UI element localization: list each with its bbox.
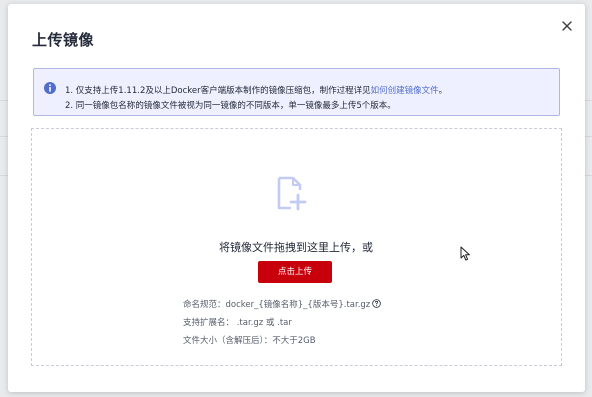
mouse-cursor-icon bbox=[460, 246, 470, 261]
file-size-limit: 文件大小（含解压后）：不大于2GB bbox=[183, 336, 316, 346]
notice-line-1-text: 1. 仅支持上传1.11.2及以上Docker客户端版本制作的镜像压缩包，制作过… bbox=[65, 86, 371, 96]
close-icon[interactable] bbox=[559, 18, 575, 34]
background-divider bbox=[585, 136, 592, 137]
click-upload-button[interactable]: 点击上传 bbox=[258, 261, 332, 283]
naming-rule: 命名规范：docker_{镜像名称}_{版本号}.tar.gz bbox=[183, 298, 382, 310]
help-icon[interactable] bbox=[372, 299, 382, 308]
naming-rule-text: 命名规范：docker_{镜像名称}_{版本号}.tar.gz bbox=[183, 300, 371, 310]
drag-hint-text: 将镜像文件拖拽到这里上传，或 bbox=[219, 241, 373, 254]
file-add-icon bbox=[277, 176, 307, 211]
background-divider bbox=[585, 100, 592, 101]
create-image-file-link[interactable]: 如何创建镜像文件 bbox=[371, 86, 439, 96]
supported-extensions: 支持扩展名： .tar.gz 或 .tar bbox=[183, 318, 292, 328]
notice-line-1-suffix: 。 bbox=[438, 86, 448, 96]
background-divider bbox=[0, 136, 8, 137]
background-divider bbox=[585, 175, 592, 176]
notice-line-2: 2. 同一镜像包名称的镜像文件被视为同一镜像的不同版本，单一镜像最多上传5个版本… bbox=[65, 101, 396, 111]
dialog-title: 上传镜像 bbox=[32, 31, 95, 49]
background-divider bbox=[0, 100, 8, 101]
notice-box: 1. 仅支持上传1.11.2及以上Docker客户端版本制作的镜像压缩包，制作过… bbox=[33, 68, 560, 116]
background-divider bbox=[0, 175, 8, 176]
notice-line-1: 1. 仅支持上传1.11.2及以上Docker客户端版本制作的镜像压缩包，制作过… bbox=[65, 84, 447, 96]
info-icon bbox=[44, 82, 56, 94]
